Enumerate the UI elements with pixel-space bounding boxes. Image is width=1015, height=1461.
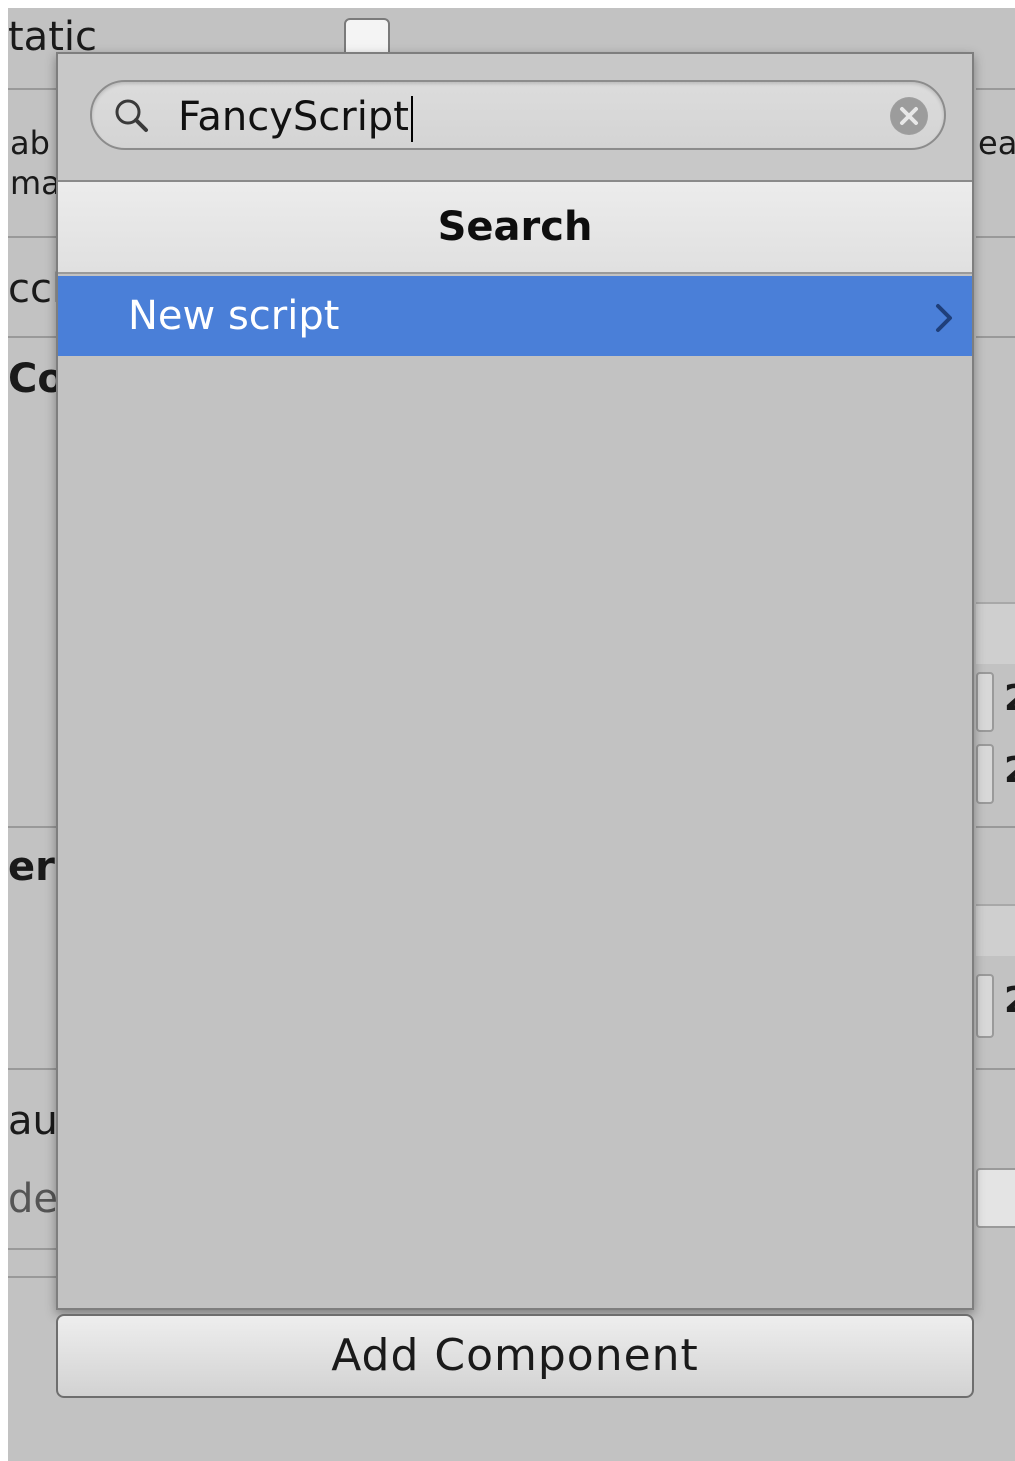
clear-circle-x-icon[interactable] xyxy=(890,97,928,135)
right-panel xyxy=(976,602,1015,664)
divider xyxy=(8,1068,58,1070)
right-label-fragment: ea xyxy=(978,124,1015,162)
search-bar-area: FancyScript xyxy=(58,54,972,182)
divider xyxy=(976,336,1015,338)
divider xyxy=(976,1068,1015,1070)
result-list: New script xyxy=(58,276,972,356)
divider xyxy=(976,88,1015,90)
search-input[interactable]: FancyScript xyxy=(178,88,413,146)
divider xyxy=(976,236,1015,238)
divider xyxy=(8,1248,58,1250)
right-field[interactable] xyxy=(976,744,994,804)
right-value: 2 xyxy=(1004,750,1015,791)
divider xyxy=(8,336,58,338)
search-header: Search xyxy=(58,182,972,274)
divider xyxy=(8,1276,58,1278)
right-value: 2 xyxy=(1004,678,1015,719)
magnifier-icon xyxy=(115,99,148,132)
default-material-fragment: au xyxy=(8,1098,58,1144)
add-component-popup: FancyScript Search New script xyxy=(56,52,974,1310)
occlusion-label-fragment: ccl xyxy=(8,266,58,312)
right-field[interactable] xyxy=(976,672,994,732)
mask-label-fragment: ma xyxy=(10,164,58,202)
search-field[interactable]: FancyScript xyxy=(90,80,946,150)
search-input-value: FancyScript xyxy=(178,94,409,140)
divider xyxy=(8,88,58,90)
right-dropdown[interactable] xyxy=(976,1168,1015,1228)
right-value: 2 xyxy=(1004,980,1015,1021)
divider xyxy=(976,826,1015,828)
result-item-new-script[interactable]: New script xyxy=(58,276,972,356)
divider xyxy=(8,236,58,238)
text-caret xyxy=(410,96,413,142)
component-header-fragment: Co xyxy=(8,356,58,402)
right-field[interactable] xyxy=(976,974,994,1038)
result-item-label: New script xyxy=(128,293,340,339)
renderer-header-fragment: er xyxy=(8,844,55,890)
add-component-button[interactable]: Add Component xyxy=(56,1314,974,1398)
right-panel xyxy=(976,904,1015,956)
unity-inspector: tatic ab ma ea ccl Co 2 2 er 2 au de xyxy=(0,0,1015,1461)
divider xyxy=(8,826,58,828)
enable-label-fragment: ab xyxy=(10,124,50,162)
chevron-right-icon xyxy=(936,304,952,332)
shader-fragment: de xyxy=(8,1176,58,1222)
